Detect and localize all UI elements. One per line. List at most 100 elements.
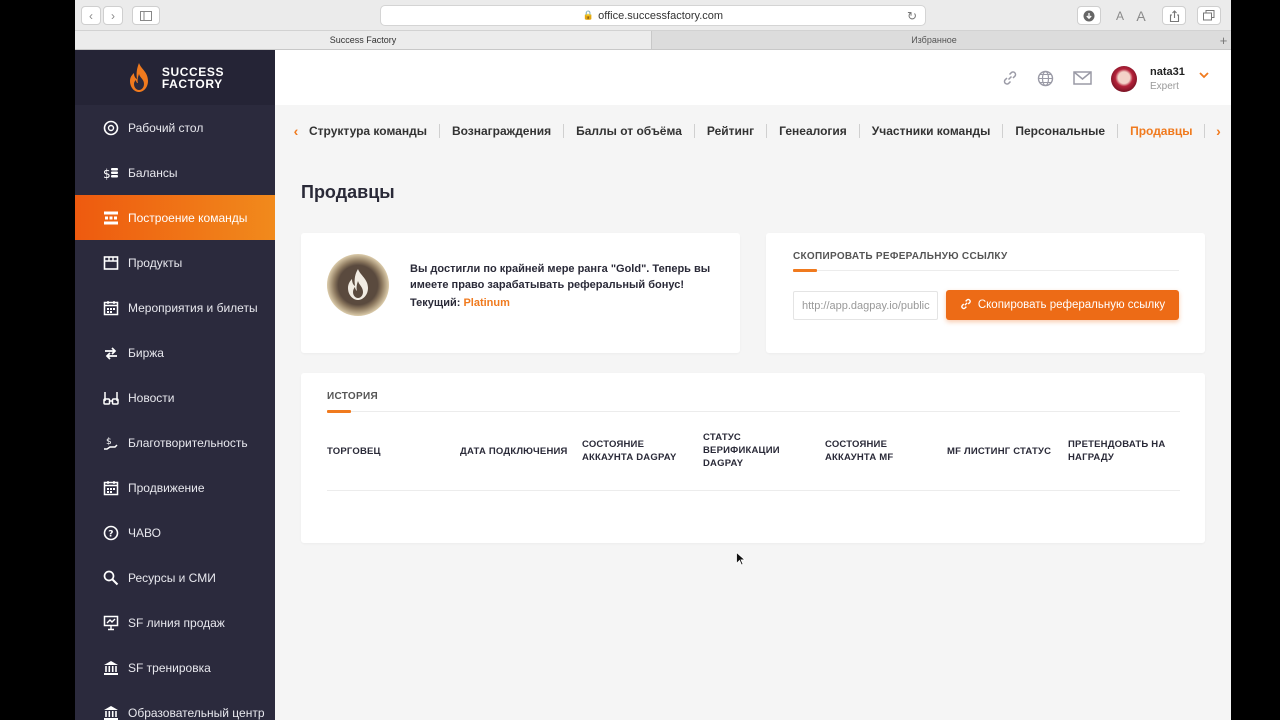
tab-rating[interactable]: Рейтинг — [695, 124, 768, 138]
user-role: Expert — [1150, 81, 1179, 92]
sidebar-item-faq[interactable]: ? ЧАВО — [75, 510, 275, 555]
forward-button[interactable]: › — [103, 6, 123, 25]
header-line: СОСТОЯНИЕ — [825, 439, 888, 450]
reload-icon[interactable]: ↻ — [907, 9, 917, 23]
header-line: СОСТОЯНИЕ — [582, 439, 645, 450]
referral-link-input[interactable] — [793, 291, 938, 320]
main-content: nata31 Expert ‹ Структура команды Вознаг… — [275, 50, 1231, 720]
tabs-overview-button[interactable] — [1197, 6, 1221, 25]
text-smaller-button[interactable]: A — [1110, 6, 1130, 25]
chevron-left-icon[interactable]: ‹ — [289, 123, 303, 139]
column-header-claim-reward[interactable]: ПРЕТЕНДОВАТЬ НА НАГРАДУ — [1068, 438, 1165, 464]
title-accent — [327, 410, 351, 413]
sidebar-toggle-button[interactable] — [132, 6, 160, 25]
sidebar-item-label: Мероприятия и билеты — [128, 300, 258, 315]
sidebar-item-label: SF тренировка — [128, 660, 211, 675]
tab-genealogy[interactable]: Генеалогия — [767, 124, 860, 138]
sidebar-item-label: Благотворительность — [128, 435, 248, 450]
calendar-icon — [102, 299, 120, 317]
header-line: НАГРАДУ — [1068, 452, 1115, 463]
avatar[interactable] — [1111, 66, 1137, 92]
presentation-icon — [102, 614, 120, 632]
copy-button-label: Скопировать реферальную ссылку — [977, 299, 1166, 311]
svg-text:$: $ — [103, 167, 111, 181]
sidebar-item-resources[interactable]: Ресурсы и СМИ — [75, 555, 275, 600]
chevron-right-icon[interactable]: › — [1211, 123, 1225, 139]
browser-toolbar: ‹ › 🔒 office.successfactory.com ↻ A A — [75, 0, 1231, 31]
brand-logo[interactable]: SUCCESS FACTORY — [75, 50, 275, 105]
sidebar-item-label: Балансы — [128, 165, 178, 180]
back-button[interactable]: ‹ — [81, 6, 101, 25]
tab-personal[interactable]: Персональные — [1003, 124, 1119, 138]
sidebar-item-products[interactable]: Продукты — [75, 240, 275, 285]
mouse-cursor-icon — [736, 552, 746, 566]
sidebar-item-exchange[interactable]: Биржа — [75, 330, 275, 375]
sidebar-item-promotion[interactable]: Продвижение — [75, 465, 275, 510]
coins-icon: $ — [102, 164, 120, 182]
chevron-down-icon[interactable] — [1199, 70, 1209, 82]
history-title: ИСТОРИЯ — [327, 391, 378, 402]
browser-tab-success-factory[interactable]: Success Factory — [75, 31, 652, 49]
text-smaller-label: A — [1115, 8, 1124, 23]
header-line: АККАУНТА DAGPAY — [582, 452, 677, 463]
divider — [327, 411, 1180, 412]
sidebar: SUCCESS FACTORY Рабочий стол $ Балансы П… — [75, 50, 275, 720]
link-icon — [960, 298, 972, 313]
column-header-merchant[interactable]: ТОРГОВЕЦ — [327, 445, 381, 458]
section-tabs: ‹ Структура команды Вознаграждения Баллы… — [275, 116, 1231, 146]
address-bar[interactable]: 🔒 office.successfactory.com ↻ — [380, 5, 926, 26]
sidebar-item-charity[interactable]: $ Благотворительность — [75, 420, 275, 465]
sidebar-item-events[interactable]: Мероприятия и билеты — [75, 285, 275, 330]
link-icon[interactable] — [1001, 69, 1019, 87]
current-rank: Текущий: Platinum — [410, 297, 510, 309]
bank-icon — [102, 659, 120, 677]
browser-tab-favorites[interactable]: Избранное — [652, 31, 1216, 49]
header-line: ТОРГОВЕЦ — [327, 446, 381, 457]
sidebar-item-news[interactable]: Новости — [75, 375, 275, 420]
copy-referral-link-button[interactable]: Скопировать реферальную ссылку — [946, 290, 1179, 320]
user-name[interactable]: nata31 — [1150, 66, 1185, 78]
charity-icon: $ — [102, 434, 120, 452]
chevron-left-icon: ‹ — [89, 8, 93, 23]
sidebar-item-team-building[interactable]: Построение команды — [75, 195, 275, 240]
sidebar-item-sales-line[interactable]: SF линия продаж — [75, 600, 275, 645]
downloads-button[interactable] — [1077, 6, 1101, 25]
sidebar-item-balances[interactable]: $ Балансы — [75, 150, 275, 195]
header-line: СТАТУС — [703, 432, 741, 443]
rank-badge-icon — [327, 254, 389, 316]
text-larger-label: A — [1136, 7, 1146, 24]
browser-tab-strip: Success Factory Избранное + — [75, 31, 1231, 50]
tab-volume-points[interactable]: Баллы от объёма — [564, 124, 695, 138]
bank-icon — [102, 704, 120, 720]
tab-rewards[interactable]: Вознаграждения — [440, 124, 565, 138]
help-icon: ? — [102, 524, 120, 542]
tabs-icon — [1203, 10, 1215, 21]
new-tab-button[interactable]: + — [1216, 31, 1231, 49]
globe-icon[interactable] — [1036, 69, 1054, 87]
sidebar-item-education[interactable]: Образовательный центр — [75, 690, 275, 720]
flame-logo-icon — [129, 62, 148, 92]
column-header-dagpay-verification[interactable]: СТАТУС ВЕРИФИКАЦИИ DAGPAY — [703, 431, 780, 470]
svg-text:?: ? — [108, 529, 113, 539]
header-line: ДАТА ПОДКЛЮЧЕНИЯ — [460, 446, 568, 457]
column-header-dagpay-account[interactable]: СОСТОЯНИЕ АККАУНТА DAGPAY — [582, 438, 677, 464]
column-header-join-date[interactable]: ДАТА ПОДКЛЮЧЕНИЯ — [460, 445, 568, 458]
sidebar-item-dashboard[interactable]: Рабочий стол — [75, 105, 275, 150]
column-header-mf-listing[interactable]: MF ЛИСТИНГ СТАТУС — [947, 445, 1051, 458]
share-button[interactable] — [1162, 6, 1186, 25]
tab-team-members[interactable]: Участники команды — [860, 124, 1004, 138]
tab-label: Избранное — [911, 35, 957, 45]
rank-message: Вы достигли по крайней мере ранга "Gold"… — [410, 263, 711, 291]
download-icon — [1083, 10, 1095, 21]
tab-sellers[interactable]: Продавцы — [1118, 124, 1206, 138]
top-header: nata31 Expert — [275, 50, 1231, 105]
glasses-icon — [102, 389, 120, 407]
column-header-mf-account[interactable]: СОСТОЯНИЕ АККАУНТА MF — [825, 438, 893, 464]
mail-icon[interactable] — [1072, 69, 1092, 87]
sidebar-item-label: SF линия продаж — [128, 615, 225, 630]
text-larger-button[interactable]: A — [1131, 6, 1151, 25]
sidebar-item-training[interactable]: SF тренировка — [75, 645, 275, 690]
sidebar-icon — [140, 10, 152, 21]
tab-team-structure[interactable]: Структура команды — [309, 124, 440, 138]
lock-icon: 🔒 — [582, 10, 595, 20]
